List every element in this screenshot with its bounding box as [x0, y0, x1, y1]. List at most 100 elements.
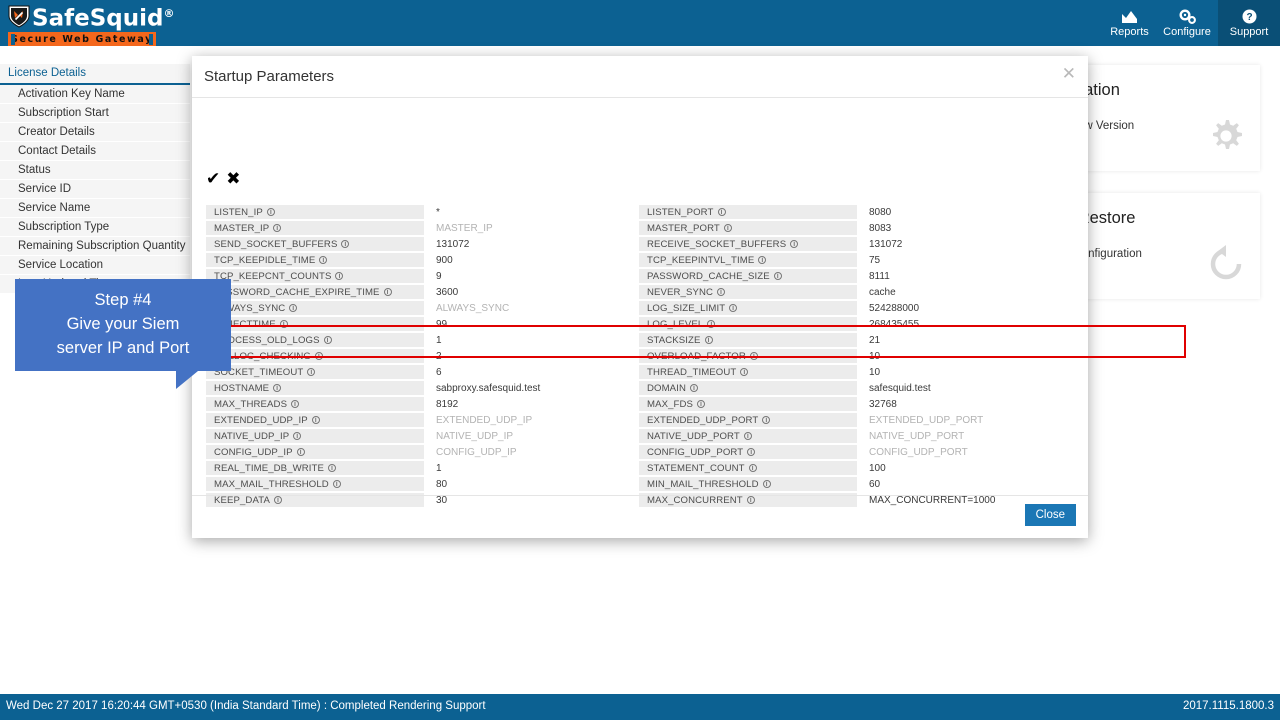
parameter-label: TCP_KEEPIDLE_TIMEi [206, 253, 424, 267]
parameter-value-input[interactable]: 1 [424, 463, 639, 474]
parameter-value-input[interactable]: sabproxy.safesquid.test [424, 383, 639, 394]
info-icon[interactable]: i [749, 464, 757, 472]
parameter-value-input[interactable]: NATIVE_UDP_PORT [857, 431, 1072, 442]
callout-line-1: Step #4 [15, 288, 231, 312]
info-icon[interactable]: i [273, 384, 281, 392]
parameter-value-input[interactable]: 8192 [424, 399, 639, 410]
parameter-value-input[interactable]: 80 [424, 479, 639, 490]
parameter-value-input[interactable]: 1 [424, 335, 639, 346]
info-icon[interactable]: i [729, 304, 737, 312]
parameter-label: SEND_SOCKET_BUFFERSi [206, 237, 424, 251]
parameter-value-input[interactable]: 900 [424, 255, 639, 266]
sidebar-item[interactable]: Service ID [0, 180, 190, 199]
info-icon[interactable]: i [384, 288, 392, 296]
parameter-value-input[interactable]: 8080 [857, 207, 1072, 218]
topnav-item-configure[interactable]: Configure [1156, 0, 1218, 46]
info-icon[interactable]: i [790, 240, 798, 248]
info-icon[interactable]: i [341, 240, 349, 248]
topnav-item-support[interactable]: ? Support [1218, 0, 1280, 46]
info-icon[interactable]: i [291, 400, 299, 408]
info-icon[interactable]: i [740, 368, 748, 376]
info-icon[interactable]: i [307, 368, 315, 376]
info-icon[interactable]: i [750, 352, 758, 360]
parameter-row: MASTER_IPiMASTER_IP [206, 220, 639, 236]
close-button[interactable]: Close [1025, 504, 1076, 526]
info-icon[interactable]: i [758, 256, 766, 264]
parameter-value-input[interactable]: MASTER_IP [424, 223, 639, 234]
parameter-label: NATIVE_UDP_IPi [206, 429, 424, 443]
parameter-value-input[interactable]: 9 [424, 271, 639, 282]
status-message: Wed Dec 27 2017 16:20:44 GMT+0530 (India… [6, 700, 486, 712]
sidebar-item[interactable]: Contact Details [0, 142, 190, 161]
parameter-value-input[interactable]: CONFIG_UDP_IP [424, 447, 639, 458]
info-icon[interactable]: i [724, 224, 732, 232]
topnav-item-reports[interactable]: Reports [1103, 0, 1156, 46]
info-icon[interactable]: i [293, 432, 301, 440]
parameter-value-input[interactable]: 6 [424, 367, 639, 378]
parameter-row: OBJECTTIMEi99 [206, 316, 639, 332]
parameter-value-input[interactable]: EXTENDED_UDP_IP [424, 415, 639, 426]
parameter-value-input[interactable]: EXTENDED_UDP_PORT [857, 415, 1072, 426]
sidebar-item[interactable]: Remaining Subscription Quantity [0, 237, 190, 256]
sidebar-item[interactable]: Subscription Start [0, 104, 190, 123]
parameter-value-input[interactable]: 60 [857, 479, 1072, 490]
parameter-value-input[interactable]: 3600 [424, 287, 639, 298]
check-icon[interactable]: ✔ [206, 170, 220, 187]
parameter-value-input[interactable]: ALWAYS_SYNC [424, 303, 639, 314]
info-icon[interactable]: i [707, 320, 715, 328]
logo[interactable]: SafeSquid® Secure Web Gateway [8, 2, 158, 47]
parameter-value-input[interactable]: 131072 [424, 239, 639, 250]
info-icon[interactable]: i [312, 416, 320, 424]
info-icon[interactable]: i [690, 384, 698, 392]
info-icon[interactable]: i [697, 400, 705, 408]
parameter-value-input[interactable]: * [424, 207, 639, 218]
info-icon[interactable]: i [717, 288, 725, 296]
parameter-value-input[interactable]: 99 [424, 319, 639, 330]
parameter-value-input[interactable]: 100 [857, 463, 1072, 474]
info-icon[interactable]: i [315, 352, 323, 360]
info-icon[interactable]: i [763, 480, 771, 488]
info-icon[interactable]: i [297, 448, 305, 456]
cross-icon[interactable]: ✖ [226, 170, 240, 187]
sidebar-item[interactable]: Service Name [0, 199, 190, 218]
parameter-value-input[interactable]: 524288000 [857, 303, 1072, 314]
info-icon[interactable]: i [333, 480, 341, 488]
parameter-value-input[interactable]: NATIVE_UDP_IP [424, 431, 639, 442]
parameter-value-input[interactable]: 10 [857, 351, 1072, 362]
info-icon[interactable]: i [335, 272, 343, 280]
info-icon[interactable]: i [774, 272, 782, 280]
parameter-row: RECEIVE_SOCKET_BUFFERSi131072 [639, 236, 1072, 252]
parameter-value-input[interactable]: 32768 [857, 399, 1072, 410]
close-icon[interactable]: ✕ [1062, 66, 1076, 82]
sidebar-item[interactable]: Status [0, 161, 190, 180]
info-icon[interactable]: i [273, 224, 281, 232]
info-icon[interactable]: i [762, 416, 770, 424]
parameter-value-input[interactable]: 8111 [857, 271, 1072, 282]
parameter-row: EXTENDED_UDP_IPiEXTENDED_UDP_IP [206, 412, 639, 428]
parameter-value-input[interactable]: 8083 [857, 223, 1072, 234]
parameter-value-input[interactable]: 10 [857, 367, 1072, 378]
parameter-value-input[interactable]: 268435455 [857, 319, 1072, 330]
info-icon[interactable]: i [744, 432, 752, 440]
info-icon[interactable]: i [705, 336, 713, 344]
parameter-value-input[interactable]: 131072 [857, 239, 1072, 250]
parameter-value-input[interactable]: 21 [857, 335, 1072, 346]
parameter-value-input[interactable]: safesquid.test [857, 383, 1072, 394]
sidebar-item[interactable]: Creator Details [0, 123, 190, 142]
info-icon[interactable]: i [319, 256, 327, 264]
parameter-value-input[interactable]: CONFIG_UDP_PORT [857, 447, 1072, 458]
info-icon[interactable]: i [718, 208, 726, 216]
info-icon[interactable]: i [328, 464, 336, 472]
info-icon[interactable]: i [280, 320, 288, 328]
parameter-label: PROCESS_OLD_LOGSi [206, 333, 424, 347]
info-icon[interactable]: i [747, 448, 755, 456]
sidebar-item[interactable]: Subscription Type [0, 218, 190, 237]
parameter-value-input[interactable]: 2 [424, 351, 639, 362]
parameter-value-input[interactable]: cache [857, 287, 1072, 298]
info-icon[interactable]: i [289, 304, 297, 312]
info-icon[interactable]: i [267, 208, 275, 216]
parameter-value-input[interactable]: 75 [857, 255, 1072, 266]
sidebar-item[interactable]: Service Location [0, 256, 190, 275]
info-icon[interactable]: i [324, 336, 332, 344]
sidebar-item[interactable]: Activation Key Name [0, 85, 190, 104]
